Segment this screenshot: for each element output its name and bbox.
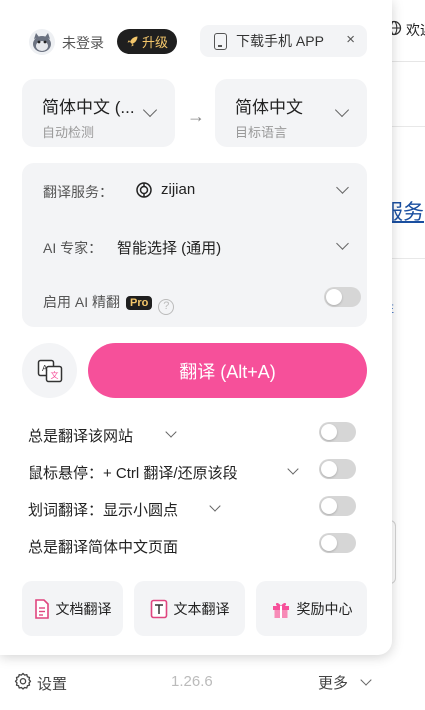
more-menu[interactable]: 更多 <box>318 672 372 693</box>
upgrade-button[interactable]: 升级 <box>117 29 177 54</box>
text-translate-label: 文本翻译 <box>173 600 230 617</box>
close-icon[interactable]: × <box>346 31 355 48</box>
phone-icon <box>214 32 227 50</box>
settings-link[interactable]: 设置 <box>37 673 67 694</box>
selection-translate-toggle[interactable] <box>319 496 356 516</box>
chevron-down-icon[interactable] <box>336 181 349 194</box>
popup-header: 未登录 升级 下载手机 APP × <box>0 0 392 80</box>
translate-page-button[interactable]: 翻译 (Alt+A) <box>88 343 367 398</box>
expert-label: AI 专家： <box>43 240 103 256</box>
always-translate-chinese-toggle[interactable] <box>319 533 356 553</box>
rewards-center-label: 奖励中心 <box>296 600 353 617</box>
selection-translate-label: 划词翻译：显示小圆点 <box>28 502 179 519</box>
service-value[interactable]: zijian <box>161 181 195 198</box>
document-icon <box>34 598 49 619</box>
download-app-label: 下载手机 APP <box>236 33 324 49</box>
rocket-icon <box>127 36 138 47</box>
rewards-center-button[interactable]: 奖励中心 <box>256 581 367 636</box>
translate-popup: 未登录 升级 下载手机 APP × 简体中文 (... 自动检测 → 简体中文 … <box>0 0 392 655</box>
target-language-caption: 目标语言 <box>235 125 288 140</box>
version-text: 1.26.6 <box>171 673 213 690</box>
gift-icon <box>272 602 289 618</box>
text-translate-button[interactable]: 文本翻译 <box>134 581 245 636</box>
always-translate-site-toggle[interactable] <box>319 422 356 442</box>
more-label: 更多 <box>318 675 349 692</box>
text-icon <box>150 599 167 618</box>
chevron-down-icon[interactable] <box>165 426 177 438</box>
svg-text:文: 文 <box>50 370 58 380</box>
chevron-down-icon[interactable] <box>287 463 299 475</box>
hover-translate-toggle[interactable] <box>319 459 356 479</box>
arrow-right-icon: → <box>187 106 205 126</box>
target-language-select[interactable]: 简体中文 目标语言 <box>215 79 367 147</box>
download-app-button[interactable]: 下载手机 APP × <box>200 25 367 57</box>
expert-value[interactable]: 智能选择 (通用) <box>117 237 221 258</box>
translation-settings-card: 翻译服务： zijian AI 专家： 智能选择 (通用) 启用 AI 精翻 Pr… <box>22 163 367 327</box>
target-language-name: 简体中文 <box>235 98 303 117</box>
ai-polish-toggle[interactable] <box>324 287 361 307</box>
always-translate-chinese-label: 总是翻译简体中文页面 <box>28 539 179 556</box>
pro-badge: Pro <box>126 296 153 310</box>
translate-mode-button[interactable]: A 文 <box>22 343 77 398</box>
source-language-select[interactable]: 简体中文 (... 自动检测 <box>22 79 175 147</box>
doc-translate-button[interactable]: 文档翻译 <box>22 581 123 636</box>
gear-icon[interactable] <box>14 672 32 690</box>
always-translate-site-label: 总是翻译该网站 <box>28 428 134 445</box>
chevron-down-icon[interactable] <box>336 237 349 250</box>
background-welcome-text: 欢迎 <box>406 22 425 38</box>
avatar[interactable] <box>28 28 56 56</box>
hover-translate-label: 鼠标悬停：+ Ctrl 翻译/还原该段 <box>28 465 238 482</box>
source-language-caption: 自动检测 <box>42 125 95 140</box>
upgrade-label: 升级 <box>141 35 168 50</box>
service-label: 翻译服务： <box>43 184 113 200</box>
ai-polish-label: 启用 AI 精翻 <box>43 294 121 310</box>
source-language-name: 简体中文 (... <box>42 98 135 117</box>
ai-polish-row: 启用 AI 精翻 Pro? <box>43 292 175 315</box>
chevron-down-icon[interactable] <box>209 500 221 512</box>
translate-icon: A 文 <box>37 359 62 382</box>
svg-text:A: A <box>42 364 48 373</box>
openai-icon <box>136 182 152 198</box>
login-status[interactable]: 未登录 <box>62 33 104 53</box>
doc-translate-label: 文档翻译 <box>55 600 112 617</box>
help-icon[interactable]: ? <box>158 299 175 315</box>
